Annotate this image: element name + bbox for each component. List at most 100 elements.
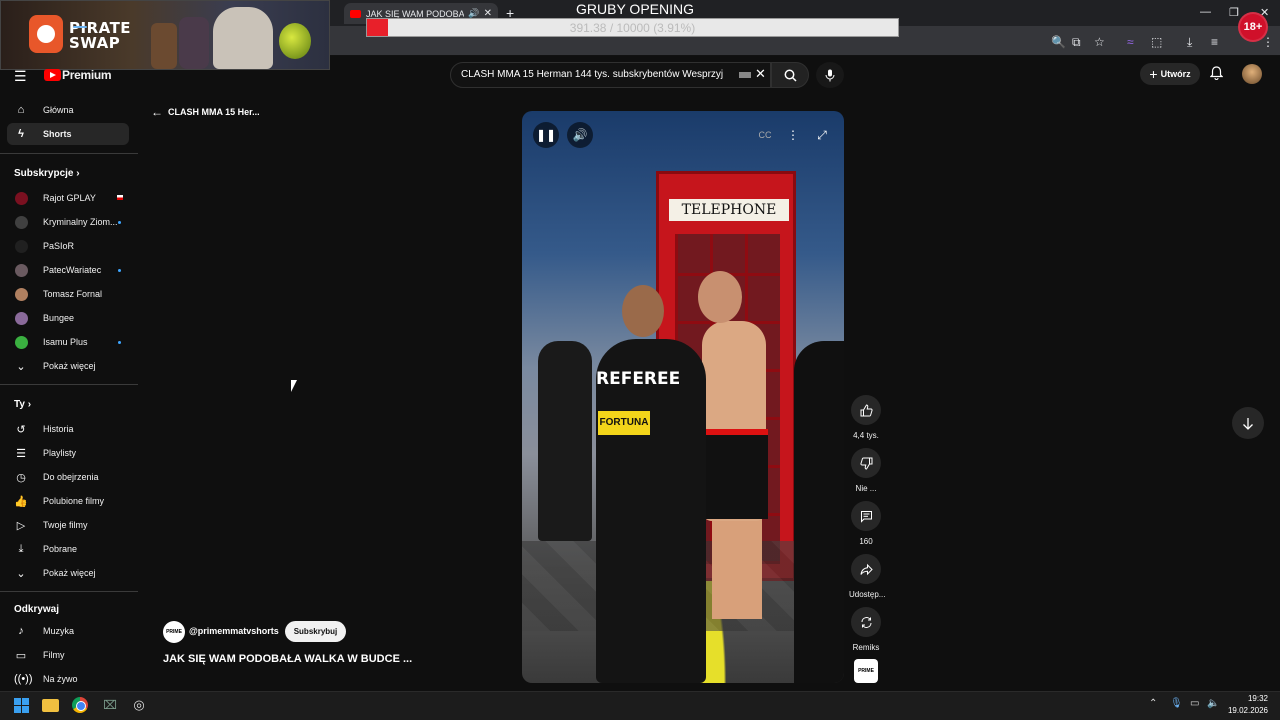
sidebar-item-downloads[interactable]: ⤓ Pobrane — [7, 538, 129, 560]
sidebar-item-history[interactable]: ↺ Historia — [7, 418, 129, 440]
volume-tray-icon[interactable]: 🔈 — [1207, 698, 1219, 709]
comment-icon — [860, 510, 872, 523]
sidebar-item-movies[interactable]: ▭ Filmy — [7, 644, 129, 666]
zoom-icon[interactable]: 🔍 — [1051, 35, 1066, 49]
home-icon: ⌂ — [17, 104, 25, 116]
volume-button[interactable]: 🔊 — [567, 122, 593, 148]
remix-button[interactable]: Remiks — [849, 607, 883, 652]
system-clock[interactable]: 19:32 19.02.2026 — [1226, 693, 1268, 717]
video-title[interactable]: JAK SIĘ WAM PODOBAŁA WALKA W BUDCE ... — [163, 653, 423, 665]
sidebar-subscription[interactable]: Bungee — [7, 307, 129, 329]
app-taskbar-icon[interactable]: ⌧ — [101, 696, 119, 714]
sidebar-subscription[interactable]: Tomasz Fornal — [7, 283, 129, 305]
age-restriction-badge: 18+ — [1238, 12, 1268, 42]
like-button[interactable]: 4,4 tys. — [849, 395, 883, 440]
chevron-right-icon: › — [76, 168, 80, 179]
sidebar-item-live[interactable]: ((•)) Na żywo — [7, 668, 129, 690]
sidebar-item-label: Pobrane — [43, 544, 78, 554]
extensions-puzzle-icon[interactable]: ⬚ — [1151, 35, 1162, 49]
sidebar-item-liked[interactable]: 👍 Polubione filmy — [7, 490, 129, 512]
subscriptions-header[interactable]: Subskrypcje › — [14, 168, 80, 179]
sidebar-show-more[interactable]: ⌄ Pokaż więcej — [7, 355, 129, 377]
next-short-button[interactable] — [1232, 407, 1264, 439]
plus-icon: + — [1149, 66, 1158, 82]
sidebar-show-more[interactable]: ⌄ Pokaż więcej — [7, 562, 129, 584]
create-button[interactable]: + Utwórz — [1140, 63, 1200, 85]
minimize-icon[interactable]: — — [1200, 6, 1211, 18]
sidebar-divider — [0, 384, 138, 385]
sidebar-item-watch-later[interactable]: ◷ Do obejrzenia — [7, 466, 129, 488]
pirateswap-logo-icon — [29, 15, 63, 53]
sidebar-item-your-videos[interactable]: ▷ Twoje filmy — [7, 514, 129, 536]
new-content-dot — [118, 341, 121, 344]
remix-label: Remiks — [852, 643, 880, 652]
hamburger-menu-icon[interactable]: ☰ — [14, 68, 27, 85]
movies-icon: ▭ — [15, 649, 27, 662]
network-icon[interactable]: ▭ — [1190, 698, 1199, 709]
clear-search-icon[interactable]: ✕ — [755, 66, 766, 82]
account-avatar[interactable] — [1242, 64, 1262, 84]
back-to-channel-link[interactable]: ← CLASH MMA 15 Her... — [151, 105, 260, 119]
new-content-dot — [118, 269, 121, 272]
sidebar-item-label: Playlisty — [43, 448, 77, 458]
like-count: 4,4 tys. — [853, 431, 879, 440]
mascot-artwork — [151, 3, 321, 69]
sidebar-subscription[interactable]: PatecWariatec — [7, 259, 129, 281]
sidebar-subscription[interactable]: Rajot GPLAY — [7, 187, 129, 209]
goal-progress-text: 391.38 / 10000 (3.91%) — [569, 21, 696, 35]
youtube-brand-label[interactable]: Premium — [62, 68, 112, 82]
goal-progress-bar: 391.38 / 10000 (3.91%) — [366, 18, 899, 37]
sidebar-item-playlists[interactable]: ☰ Playlisty — [7, 442, 129, 464]
tray-overflow-icon[interactable]: ⌃ — [1149, 698, 1157, 709]
sidebar-subscription[interactable]: Isamu Plus — [7, 331, 129, 353]
windows-start-icon[interactable] — [12, 696, 30, 714]
youtube-logo-icon[interactable] — [44, 69, 61, 81]
pause-button[interactable]: ❚❚ — [533, 122, 559, 148]
notifications-bell-icon[interactable] — [1209, 66, 1224, 85]
thumbs-up-icon — [860, 403, 873, 416]
sidebar-item-label: Shorts — [43, 129, 72, 139]
sidebar-item-home[interactable]: ⌂ Główna — [7, 99, 129, 121]
fullscreen-button[interactable]: ⤢ — [809, 122, 835, 148]
channel-avatar[interactable]: PRIME — [163, 621, 185, 643]
captions-button[interactable]: CC — [752, 122, 778, 148]
sidebar-item-music[interactable]: ♪ Muzyka — [7, 620, 129, 642]
media-control-icon[interactable]: ≡ — [1211, 35, 1218, 49]
sidebar-item-label: Pokaż więcej — [43, 568, 96, 578]
chrome-taskbar-icon[interactable] — [71, 696, 89, 714]
channel-handle[interactable]: @primemmatvshorts — [189, 626, 279, 636]
subscribe-button[interactable]: Subskrybuj — [285, 621, 346, 642]
bookmark-star-icon[interactable]: ☆ — [1094, 35, 1105, 49]
share-button[interactable]: Udostęp... — [849, 554, 885, 599]
sponsor-patch-text: FORTUNA — [598, 411, 650, 435]
chevron-down-icon: ⌄ — [16, 567, 26, 580]
comments-button[interactable]: 160 — [849, 501, 883, 546]
more-vertical-icon: ⋮ — [787, 128, 799, 142]
restore-icon[interactable]: ❐ — [1229, 6, 1239, 19]
sidebar-subscription[interactable]: Kryminalny Ziom... — [7, 211, 129, 233]
microphone-tray-icon[interactable]: 🎙 — [1170, 698, 1183, 709]
you-header[interactable]: Ty › — [14, 399, 31, 410]
voice-search-button[interactable] — [816, 62, 844, 88]
obs-taskbar-icon[interactable]: ◎ — [130, 696, 148, 714]
channel-avatar — [15, 311, 28, 325]
search-input[interactable]: CLASH MMA 15 Herman 144 tys. subskrybent… — [461, 69, 731, 80]
sidebar-item-label: Rajot GPLAY — [43, 193, 96, 203]
sidebar-subscription[interactable]: PaSIoR — [7, 235, 129, 257]
music-icon: ♪ — [18, 625, 24, 637]
file-explorer-icon[interactable] — [41, 696, 59, 714]
sidebar-item-shorts[interactable]: ϟ Shorts — [7, 123, 129, 145]
search-icon — [784, 69, 797, 82]
shorts-video-player[interactable]: TELEPHONE REFEREE FORTUNA ❚❚ 🔊 CC ⋮ ⤢ — [522, 111, 844, 683]
search-button[interactable] — [771, 62, 809, 88]
dislike-button[interactable]: Nie ... — [849, 448, 883, 493]
keyboard-icon[interactable] — [739, 72, 751, 78]
sidebar-item-label: Tomasz Fornal — [43, 289, 103, 299]
channel-thumbnail[interactable]: PRIME — [854, 659, 878, 683]
sidebar-divider — [0, 591, 138, 592]
extension-icon[interactable]: ≈ — [1127, 35, 1134, 49]
downloads-icon[interactable]: ⤓ — [1187, 35, 1192, 50]
more-options-button[interactable]: ⋮ — [780, 122, 806, 148]
sidebar-item-label: Na żywo — [43, 674, 78, 684]
cast-icon[interactable]: ⧉ — [1072, 35, 1081, 50]
